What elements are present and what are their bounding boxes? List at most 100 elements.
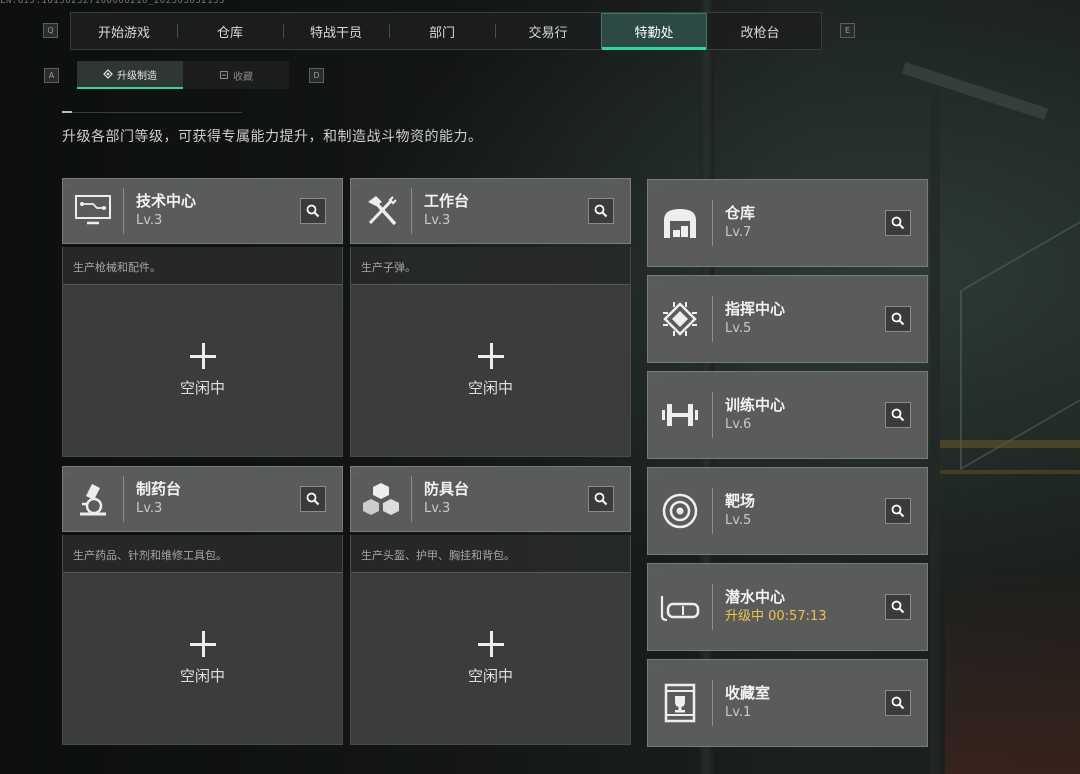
department-title: 训练中心 xyxy=(725,396,786,414)
workstation-body: 生产药品、针剂和维修工具包。 空闲中 xyxy=(62,535,343,745)
workstation-level: Lv.3 xyxy=(424,501,451,516)
slot-status: 空闲中 xyxy=(179,667,225,685)
workstation-body: 生产头盔、护甲、胸挂和背包。 空闲中 xyxy=(350,535,631,745)
plus-icon xyxy=(189,631,216,657)
search-button[interactable] xyxy=(885,690,911,716)
search-icon xyxy=(594,204,608,218)
workstation-title: 防具台 xyxy=(424,480,470,498)
search-button[interactable] xyxy=(588,198,614,224)
department-collection-room[interactable]: ··· 收藏室 Lv.1 xyxy=(647,659,928,747)
workstation-header[interactable]: ··· 工作台 Lv.3 xyxy=(350,178,631,244)
department-title: 潜水中心 xyxy=(725,588,786,606)
workstation-level: Lv.3 xyxy=(424,213,451,228)
slot-status: 空闲中 xyxy=(179,379,225,397)
plus-icon xyxy=(189,343,216,369)
search-icon xyxy=(891,696,905,710)
subtab-collection[interactable]: 收藏 xyxy=(183,61,289,89)
search-icon xyxy=(891,312,905,326)
search-button[interactable] xyxy=(300,198,326,224)
department-diving-center[interactable]: ··· 潜水中心 升级中 00:57:13 xyxy=(647,563,928,651)
workstation-level: Lv.3 xyxy=(136,213,163,228)
department-title: 靶场 xyxy=(725,492,756,510)
search-icon xyxy=(891,216,905,230)
workstation-pharmacy: ··· 制药台 Lv.3 生产药品、针剂和维修工具包。 空闲中 xyxy=(62,466,343,745)
department-title: 指挥中心 xyxy=(725,300,786,318)
department-level: Lv.5 xyxy=(725,321,752,336)
workstation-title: 制药台 xyxy=(136,480,182,498)
workstation-level: Lv.3 xyxy=(136,501,163,516)
workstation-armor: ··· 防具台 Lv.3 生产头盔、护甲、胸挂和背包。 空闲中 xyxy=(350,466,631,745)
search-icon xyxy=(891,600,905,614)
search-button[interactable] xyxy=(885,402,911,428)
department-level: Lv.5 xyxy=(725,513,752,528)
department-level: Lv.7 xyxy=(725,225,752,240)
collect-icon xyxy=(220,71,228,79)
search-icon xyxy=(891,504,905,518)
slot-status: 空闲中 xyxy=(467,379,513,397)
search-icon xyxy=(891,408,905,422)
search-button[interactable] xyxy=(588,486,614,512)
department-training-center[interactable]: ··· 训练中心 Lv.6 xyxy=(647,371,928,459)
tab-gunsmith[interactable]: 改枪台 xyxy=(707,13,813,49)
tab-operators[interactable]: 特战干员 xyxy=(283,13,389,49)
search-icon xyxy=(594,492,608,506)
production-slot[interactable]: 空闲中 xyxy=(351,284,630,456)
workstation-body: 生产枪械和配件。 空闲中 xyxy=(62,247,343,457)
tab-trading[interactable]: 交易行 xyxy=(495,13,601,49)
workstation-header[interactable]: ··· 防具台 Lv.3 xyxy=(350,466,631,532)
tools-icon xyxy=(351,179,411,243)
cubes-icon xyxy=(351,467,411,531)
upgrade-timer: 升级中 00:57:13 xyxy=(725,609,827,624)
search-button[interactable] xyxy=(300,486,326,512)
department-warehouse[interactable]: ··· 仓库 Lv.7 xyxy=(647,179,928,267)
plus-icon xyxy=(477,631,504,657)
warehouse-icon xyxy=(648,180,712,266)
trophy-case-icon xyxy=(648,660,712,746)
section-divider xyxy=(62,111,242,113)
dumbbell-icon xyxy=(648,372,712,458)
search-icon xyxy=(306,204,320,218)
tab-departments[interactable]: 部门 xyxy=(389,13,495,49)
workstation-workbench: ··· 工作台 Lv.3 生产子弹。 空闲中 xyxy=(350,178,631,457)
production-slot[interactable]: 空闲中 xyxy=(351,572,630,744)
key-hint-q: Q xyxy=(43,23,58,38)
diving-mask-icon xyxy=(648,564,712,650)
department-shooting-range[interactable]: ··· 靶场 Lv.5 xyxy=(647,467,928,555)
page-description: 升级各部门等级，可获得专属能力提升，和制造战斗物资的能力。 xyxy=(62,129,483,145)
department-command-center[interactable]: ··· 指挥中心 Lv.5 xyxy=(647,275,928,363)
key-hint-d: D xyxy=(309,68,324,83)
workstation-note: 生产药品、针剂和维修工具包。 xyxy=(73,549,227,562)
workstation-body: 生产子弹。 空闲中 xyxy=(350,247,631,457)
department-level: Lv.1 xyxy=(725,705,752,720)
workstation-header[interactable]: ··· 技术中心 Lv.3 xyxy=(62,178,343,244)
search-icon xyxy=(306,492,320,506)
workstation-header[interactable]: ··· 制药台 Lv.3 xyxy=(62,466,343,532)
subtab-upgrade-craft[interactable]: 升级制造 xyxy=(77,61,183,89)
subtab-upgrade-label: 升级制造 xyxy=(117,70,157,82)
workstation-title: 工作台 xyxy=(424,192,470,210)
department-title: 收藏室 xyxy=(725,684,771,702)
slot-status: 空闲中 xyxy=(467,667,513,685)
tab-start-game[interactable]: 开始游戏 xyxy=(71,13,177,49)
search-button[interactable] xyxy=(885,594,911,620)
target-icon xyxy=(648,468,712,554)
workstation-title: 技术中心 xyxy=(136,192,197,210)
workstation-note: 生产头盔、护甲、胸挂和背包。 xyxy=(361,549,515,562)
production-slot[interactable]: 空闲中 xyxy=(63,284,342,456)
plus-icon xyxy=(477,343,504,369)
chip-icon xyxy=(648,276,712,362)
workstation-note: 生产枪械和配件。 xyxy=(73,261,161,274)
search-button[interactable] xyxy=(885,498,911,524)
tab-special-ops[interactable]: 特勤处 xyxy=(601,13,707,50)
tab-warehouse[interactable]: 仓库 xyxy=(177,13,283,49)
main-nav: 开始游戏 仓库 特战干员 部门 交易行 特勤处 改枪台 xyxy=(70,12,822,50)
search-button[interactable] xyxy=(885,306,911,332)
workstation-note: 生产子弹。 xyxy=(361,261,416,274)
session-id-text: LN:GIJ:161362327100000216_202303032153 xyxy=(0,0,225,6)
key-hint-e: E xyxy=(840,23,855,38)
production-slot[interactable]: 空闲中 xyxy=(63,572,342,744)
key-hint-a: A xyxy=(44,68,59,83)
search-button[interactable] xyxy=(885,210,911,236)
department-level: Lv.6 xyxy=(725,417,752,432)
department-title: 仓库 xyxy=(725,204,756,222)
